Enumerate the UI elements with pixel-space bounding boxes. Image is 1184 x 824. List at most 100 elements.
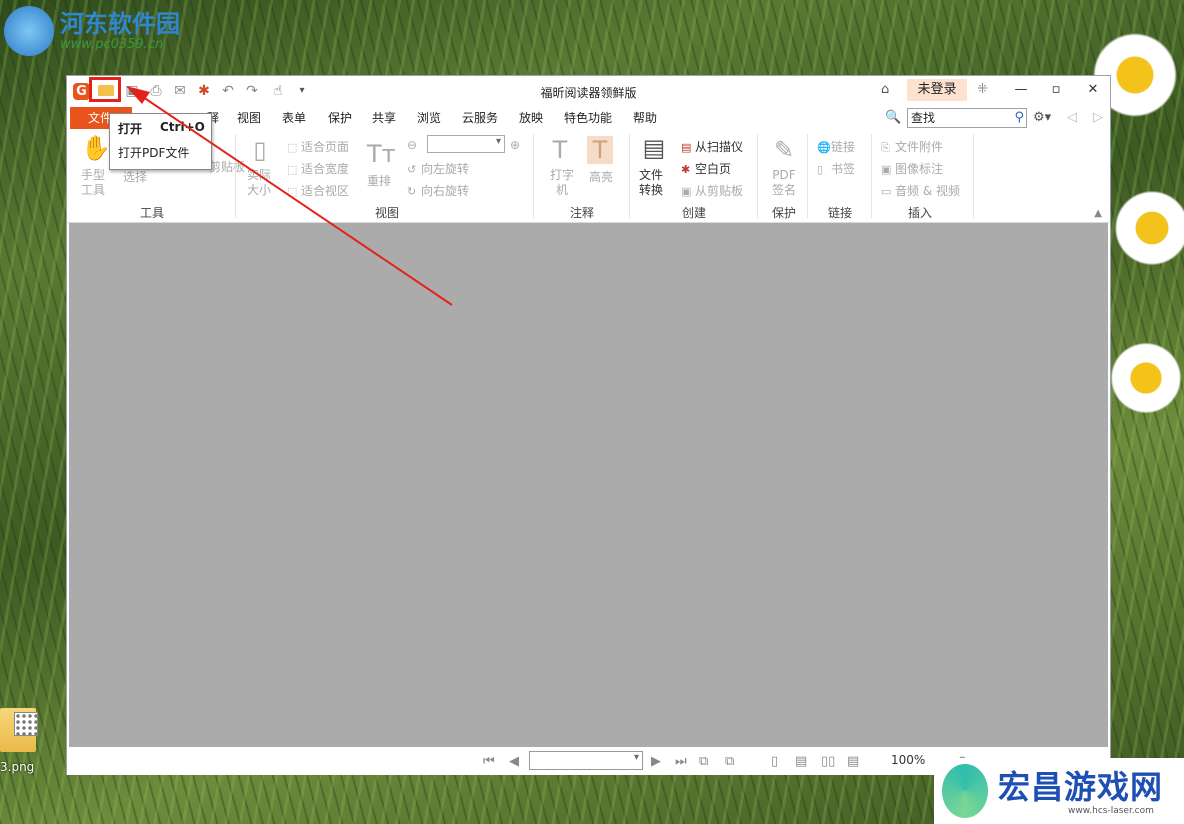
file-open-dropdown: 打开 Ctrl+O 打开PDF文件 [109,113,212,170]
first-page-icon[interactable]: ⏮ [483,754,495,769]
bookmark-icon: ▯ [817,163,824,176]
open-shortcut: Ctrl+O [160,120,205,134]
open-menu-item[interactable]: 打开 [118,120,142,137]
audio-video-button[interactable]: ▭ 音频 & 视频 [881,182,960,199]
actual-size-icon: ▯ [253,136,267,164]
open-pdf-menu-item[interactable]: 打开PDF文件 [118,144,189,161]
hand-icon: ✋ [81,134,111,162]
collapse-ribbon-icon[interactable]: ▲ [1094,208,1102,219]
watermark-bottom-url: www.hcs-laser.com [1068,806,1154,816]
select-button[interactable]: 选择 [123,168,147,185]
link-icon: 🌐 [817,141,831,154]
file-convert-icon: ▤ [642,134,666,162]
pdf-sign-button[interactable]: PDF签名 [770,168,798,198]
file-thumbnail-icon [14,712,38,736]
layout-icon[interactable]: ⁜ [977,82,988,97]
daisy-flower [1112,188,1184,268]
fit-page-button[interactable]: ⬚ 适合页面 [287,138,349,155]
menu-form[interactable]: 表单 [282,107,306,129]
find-folder-icon[interactable]: 🔍 [885,110,901,126]
fit-width-button[interactable]: ⬚ 适合宽度 [287,160,349,177]
page-number-input[interactable] [529,751,643,770]
actual-size-button[interactable]: 实际大小 [247,168,273,198]
scanner-icon: ▤ [681,141,692,154]
rotate-right-button[interactable]: ↻ 向右旋转 [407,182,469,199]
reflow-icon: Tт [367,140,396,168]
rotate-left-icon: ↺ [407,163,417,176]
fit-visible-icon: ⬚ [287,185,298,198]
login-button[interactable]: 未登录 [907,79,967,101]
prev-view-icon[interactable]: ⧉ [699,754,708,769]
next-view-icon[interactable]: ⧉ [725,754,734,769]
last-page-icon[interactable]: ⏭ [675,754,687,769]
group-label-view: 视图 [374,206,399,220]
group-separator [871,134,872,218]
search-input[interactable]: 查找 ⚲ [907,108,1027,128]
bookmark-button[interactable]: ▯ 书签 [817,160,855,177]
ribbon-toolbar: ✋ 手型工具 选择 剪贴板 工具 ▯ 实际大小 ⬚ 适合页面 ⬚ 适合宽度 ⬚ 适合视… [67,130,1110,223]
group-label-comment: 注释 [569,206,594,220]
group-label-protect: 保护 [771,206,796,220]
desktop-file-label[interactable]: 3.png [0,760,34,774]
daisy-flower [1108,340,1184,416]
rotate-left-button[interactable]: ↺ 向左旋转 [407,160,469,177]
rotate-left-label: 向左旋转 [421,162,470,176]
hand-tool-button[interactable]: 手型工具 [81,168,107,198]
nav-back-icon[interactable]: ◁ [1067,110,1077,125]
watermark-top: 河东软件园 www.pc0359.cn [4,6,180,56]
facing-page-icon[interactable]: ▯▯ [821,754,835,769]
image-annotation-button[interactable]: ▣ 图像标注 [881,160,943,177]
zoom-combo[interactable] [427,135,505,153]
group-label-tools: 工具 [139,206,164,220]
link-label: 链接 [831,140,856,154]
file-attachment-button[interactable]: ⎘ 文件附件 [881,138,943,155]
menu-cloud[interactable]: 云服务 [462,107,498,129]
menu-protect[interactable]: 保护 [328,107,352,129]
fit-width-icon: ⬚ [287,163,298,176]
menu-help[interactable]: 帮助 [633,107,657,129]
menu-slideshow[interactable]: 放映 [519,107,543,129]
nav-forward-icon[interactable]: ▷ [1093,110,1103,125]
bookmark-label: 书签 [831,162,856,176]
image-annotation-label: 图像标注 [895,162,944,176]
link-button[interactable]: 🌐链接 [817,138,855,155]
skin-icon[interactable]: ⌂ [881,82,889,97]
file-attachment-label: 文件附件 [895,140,944,154]
document-area[interactable] [69,223,1108,747]
highlight-button[interactable]: 高亮 [589,168,613,185]
menu-view[interactable]: 视图 [237,107,261,129]
clipboard-button[interactable]: 剪贴板 [209,158,245,175]
zoom-out-icon[interactable]: ⊖ [407,138,417,152]
close-button[interactable]: ✕ [1079,81,1107,99]
menu-browse[interactable]: 浏览 [417,107,441,129]
from-clipboard-label: 从剪贴板 [695,184,744,198]
watermark-bottom-title: 宏昌游戏网 [998,768,1164,806]
next-page-icon[interactable]: ▶ [651,754,661,769]
search-icon[interactable]: ⚲ [1014,109,1024,127]
typewriter-button[interactable]: 打字机 [549,168,575,198]
maximize-button[interactable]: ▫ [1042,81,1070,99]
blank-page-button[interactable]: ✱ 空白页 [681,160,731,177]
typewriter-icon: T [552,136,568,164]
single-page-icon[interactable]: ▯ [771,754,778,769]
from-scanner-button[interactable]: ▤ 从扫描仪 [681,138,743,155]
settings-gear-icon[interactable]: ⚙▾ [1033,110,1051,125]
group-separator [807,134,808,218]
fit-visible-button[interactable]: ⬚ 适合视区 [287,182,349,199]
reflow-button[interactable]: 重排 [367,172,391,189]
group-label-links: 链接 [827,206,852,220]
menu-share[interactable]: 共享 [372,107,396,129]
watermark-bottom-logo-icon [942,764,988,818]
minimize-button[interactable]: — [1007,81,1035,99]
foxit-reader-window: G ▣ ⎙ ✉ ✱ ↶ ↷ ☝ ▾ 福昕阅读器领鲜版 ⌂ 未登录 ⁜ — ▫ ✕… [66,75,1111,775]
from-clipboard-button[interactable]: ▣ 从剪贴板 [681,182,743,199]
file-convert-button[interactable]: 文件转换 [639,168,665,198]
blank-page-label: 空白页 [695,162,732,176]
highlight-icon: T [587,136,613,164]
continuous-facing-icon[interactable]: ▤ [847,754,859,769]
menu-features[interactable]: 特色功能 [564,107,612,129]
continuous-page-icon[interactable]: ▤ [795,754,807,769]
zoom-in-icon[interactable]: ⊕ [510,138,520,152]
prev-page-icon[interactable]: ◀ [509,754,519,769]
group-label-insert: 插入 [907,206,932,220]
